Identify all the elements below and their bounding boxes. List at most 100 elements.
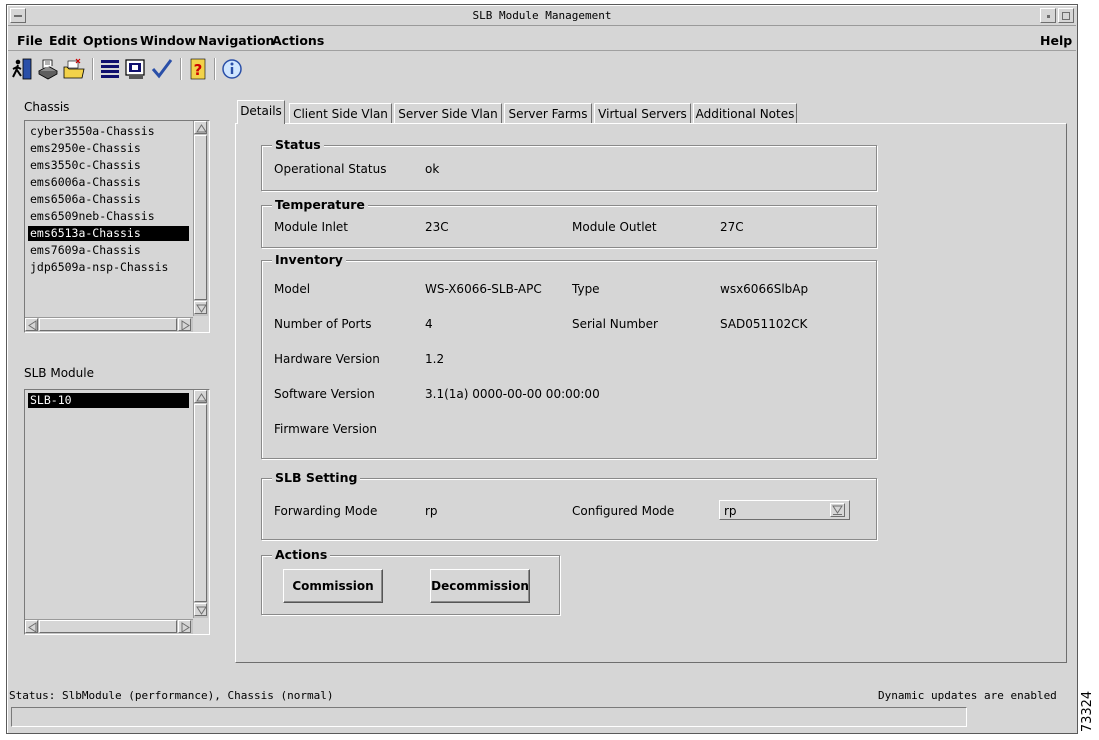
chassis-vertical-scrollbar[interactable] xyxy=(193,121,208,316)
chassis-list-item[interactable]: ems6506a-Chassis xyxy=(28,192,189,207)
menu-actions[interactable]: Actions xyxy=(272,33,324,48)
number-of-ports-label: Number of Ports xyxy=(274,317,372,331)
type-label: Type xyxy=(572,282,600,296)
tab-virtual-servers[interactable]: Virtual Servers xyxy=(594,103,691,124)
chassis-list-item[interactable]: cyber3550a-Chassis xyxy=(28,124,189,139)
menu-help[interactable]: Help xyxy=(1040,33,1072,48)
chassis-label: Chassis xyxy=(24,100,70,114)
slb-vertical-scrollbar[interactable] xyxy=(193,390,208,618)
toolbar-separator xyxy=(92,58,94,80)
module-inlet-label: Module Inlet xyxy=(274,220,349,234)
tab-client-side-vlan[interactable]: Client Side Vlan xyxy=(289,103,392,124)
module-outlet-value: 27C xyxy=(720,220,744,234)
slb-horizontal-scrollbar[interactable] xyxy=(25,619,193,634)
operational-status-value: ok xyxy=(425,162,440,176)
status-bar xyxy=(11,707,967,727)
actions-group: Actions Commission Decommission xyxy=(261,547,560,615)
chassis-horizontal-scrollbar[interactable] xyxy=(25,317,193,332)
dropdown-arrow-icon[interactable] xyxy=(830,503,845,517)
forwarding-mode-label: Forwarding Mode xyxy=(274,504,378,518)
scroll-right-arrow-icon[interactable] xyxy=(178,620,191,633)
chassis-list-item[interactable]: jdp6509a-nsp-Chassis xyxy=(28,260,189,275)
dynamic-updates-text: Dynamic updates are enabled xyxy=(878,689,1057,702)
actions-group-title: Actions xyxy=(272,547,331,562)
toolbar: ? xyxy=(8,52,1076,84)
slb-setting-group-title: SLB Setting xyxy=(272,470,361,485)
menu-options[interactable]: Options xyxy=(83,33,138,48)
module-outlet-label: Module Outlet xyxy=(572,220,657,234)
window-title: SLB Module Management xyxy=(472,9,612,22)
menu-bar: File Edit Options Window Navigation Acti… xyxy=(8,27,1076,51)
menu-file[interactable]: File xyxy=(17,33,43,48)
decommission-button[interactable]: Decommission xyxy=(430,569,530,603)
slb-scroll-thumb[interactable] xyxy=(194,404,207,602)
model-value: WS-X6066-SLB-APC xyxy=(425,282,542,296)
chassis-list-item[interactable]: ems3550c-Chassis xyxy=(28,158,189,173)
scroll-right-arrow-icon[interactable] xyxy=(178,318,191,331)
status-group: Status Operational Status ok xyxy=(261,137,877,191)
chassis-list-item[interactable]: ems7609a-Chassis xyxy=(28,243,189,258)
slb-module-label: SLB Module xyxy=(24,366,94,380)
tab-details[interactable]: Details xyxy=(237,100,285,124)
scroll-up-arrow-icon[interactable] xyxy=(194,121,207,134)
configured-mode-value: rp xyxy=(724,504,737,518)
module-inlet-value: 23C xyxy=(425,220,449,234)
commission-button[interactable]: Commission xyxy=(283,569,383,603)
hardware-version-label: Hardware Version xyxy=(274,352,380,366)
status-text: Status: SlbModule (performance), Chassis… xyxy=(9,689,334,702)
device-view-icon[interactable] xyxy=(124,57,148,81)
chassis-list-item[interactable]: ems6509neb-Chassis xyxy=(28,209,189,224)
svg-text:?: ? xyxy=(194,61,203,79)
number-of-ports-value: 4 xyxy=(425,317,433,331)
status-group-title: Status xyxy=(272,137,324,152)
print-icon[interactable] xyxy=(36,57,60,81)
scroll-down-arrow-icon[interactable] xyxy=(194,603,207,616)
exit-icon[interactable] xyxy=(10,57,34,81)
chassis-list-item[interactable]: ems6513a-Chassis xyxy=(28,226,189,241)
chassis-scroll-thumb[interactable] xyxy=(194,135,207,300)
chassis-list-item[interactable]: ems2950e-Chassis xyxy=(28,141,189,156)
menu-edit[interactable]: Edit xyxy=(49,33,77,48)
checkmark-icon[interactable] xyxy=(150,57,174,81)
chassis-hscroll-thumb[interactable] xyxy=(39,318,177,331)
tab-server-side-vlan[interactable]: Server Side Vlan xyxy=(394,103,502,124)
menu-navigation[interactable]: Navigation xyxy=(198,33,274,48)
maximize-button[interactable] xyxy=(1058,8,1074,23)
info-icon[interactable] xyxy=(220,57,244,81)
list-view-icon[interactable] xyxy=(98,57,122,81)
slb-module-list-item[interactable]: SLB-10 xyxy=(28,393,189,408)
inventory-group-title: Inventory xyxy=(272,252,346,267)
serial-number-value: SAD051102CK xyxy=(720,317,808,331)
toolbar-separator xyxy=(214,58,216,80)
application-window: SLB Module Management File Edit Options … xyxy=(6,4,1078,734)
temperature-group: Temperature Module Inlet 23C Module Outl… xyxy=(261,197,877,248)
scroll-left-arrow-icon[interactable] xyxy=(25,620,38,633)
configured-mode-select[interactable]: rp xyxy=(719,500,850,520)
title-bar: SLB Module Management xyxy=(8,6,1076,26)
scroll-down-arrow-icon[interactable] xyxy=(194,301,207,314)
details-panel: Status Operational Status ok Temperature… xyxy=(235,123,1067,663)
menu-window[interactable]: Window xyxy=(140,33,196,48)
chassis-list-item[interactable]: ems6006a-Chassis xyxy=(28,175,189,190)
scroll-left-arrow-icon[interactable] xyxy=(25,318,38,331)
tab-additional-notes[interactable]: Additional Notes xyxy=(693,103,797,124)
open-folder-icon[interactable] xyxy=(62,57,86,81)
software-version-label: Software Version xyxy=(274,387,375,401)
figure-id-text: 73324 xyxy=(1080,690,1096,733)
slb-hscroll-thumb[interactable] xyxy=(39,620,177,633)
minimize-button[interactable] xyxy=(1040,8,1056,23)
help-question-icon[interactable]: ? xyxy=(186,57,210,81)
inventory-group: Inventory Model WS-X6066-SLB-APC Type ws… xyxy=(261,252,877,459)
operational-status-label: Operational Status xyxy=(274,162,387,176)
type-value: wsx6066SlbAp xyxy=(720,282,809,296)
chassis-list[interactable]: cyber3550a-Chassis ems2950e-Chassis ems355… xyxy=(24,120,210,333)
firmware-version-label: Firmware Version xyxy=(274,422,377,436)
tab-server-farms[interactable]: Server Farms xyxy=(504,103,592,124)
figure-id: 73324 xyxy=(1080,690,1099,738)
software-version-value: 3.1(1a) 0000-00-00 00:00:00 xyxy=(425,387,600,401)
model-label: Model xyxy=(274,282,311,296)
scroll-up-arrow-icon[interactable] xyxy=(194,390,207,403)
configured-mode-label: Configured Mode xyxy=(572,504,675,518)
slb-module-list[interactable]: SLB-10 xyxy=(24,389,210,635)
slb-setting-group: SLB Setting Forwarding Mode rp Configure… xyxy=(261,470,877,540)
